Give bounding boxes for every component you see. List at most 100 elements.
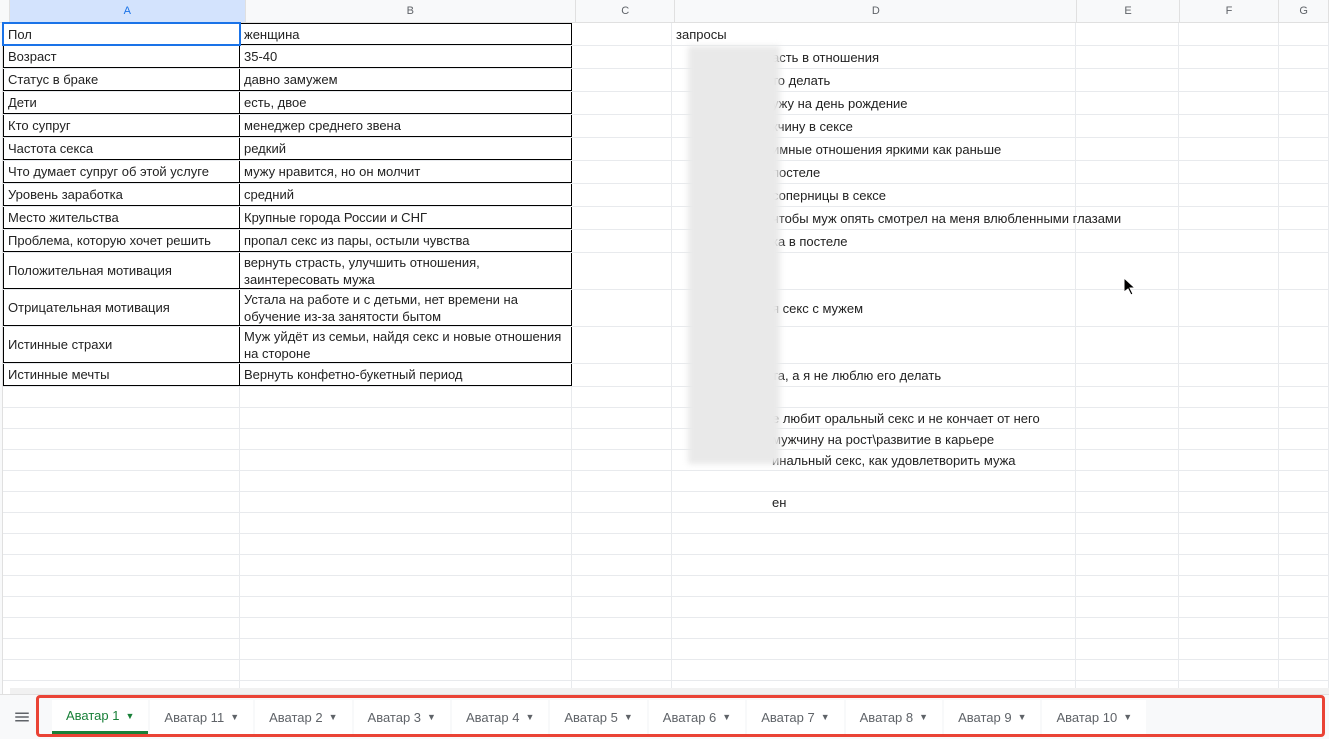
cell[interactable] [572,184,672,206]
cell[interactable]: Кто супруг [3,115,240,137]
cell[interactable]: 35-40 [240,46,572,68]
cell[interactable] [240,576,572,596]
cell[interactable] [1279,23,1329,45]
col-header-C[interactable]: C [576,0,675,22]
cell[interactable] [1076,492,1179,512]
all-sheets-button[interactable] [4,699,40,735]
col-header-B[interactable]: B [246,0,576,22]
cell[interactable] [1179,555,1279,575]
cell[interactable]: Устала на работе и с детьми, нет времени… [240,290,572,326]
cell[interactable]: женщина [240,23,572,45]
cell[interactable] [572,115,672,137]
cell[interactable] [1179,161,1279,183]
cell[interactable]: Уровень заработка [3,184,240,206]
cell[interactable] [3,534,240,554]
cell[interactable] [1076,429,1179,449]
cell[interactable] [1279,513,1329,533]
cell[interactable]: ен [672,492,1076,512]
cell[interactable]: Вернуть конфетно-букетный период [240,364,572,386]
chevron-down-icon[interactable]: ▼ [1123,712,1132,722]
cell[interactable] [240,429,572,449]
cell[interactable]: вернуть страсть, улучшить отношения, заи… [240,253,572,289]
cell[interactable] [240,408,572,428]
cell[interactable] [572,230,672,252]
cell[interactable] [572,253,672,289]
cell[interactable] [1279,327,1329,363]
cell[interactable] [572,618,672,638]
cell[interactable] [1179,387,1279,407]
cell[interactable] [572,639,672,659]
cell[interactable] [1179,618,1279,638]
cell[interactable] [572,576,672,596]
cell[interactable] [240,450,572,470]
cell[interactable] [572,327,672,363]
cell[interactable] [1076,69,1179,91]
cell[interactable] [572,408,672,428]
cell[interactable] [1076,115,1179,137]
chevron-down-icon[interactable]: ▼ [329,712,338,722]
cell[interactable]: Отрицательная мотивация [3,290,240,326]
col-header-F[interactable]: F [1180,0,1279,22]
cell[interactable] [240,597,572,617]
cell[interactable] [1279,576,1329,596]
cell[interactable]: давно замужем [240,69,572,91]
chevron-down-icon[interactable]: ▼ [1018,712,1027,722]
cell[interactable] [572,290,672,326]
cell[interactable]: Место жительства [3,207,240,229]
chevron-down-icon[interactable]: ▼ [919,712,928,722]
cell[interactable] [1076,207,1179,229]
cell[interactable] [240,387,572,407]
cell[interactable] [572,161,672,183]
cell[interactable]: мужу нравится, но он молчит [240,161,572,183]
cell[interactable] [1076,408,1179,428]
cell[interactable] [1279,660,1329,680]
sheet-tab[interactable]: Аватар 9▼ [944,700,1040,734]
cell[interactable] [1076,639,1179,659]
cell[interactable] [1076,364,1179,386]
cell[interactable] [1179,429,1279,449]
cell[interactable] [1179,230,1279,252]
col-header-D[interactable]: D [675,0,1077,22]
cell[interactable] [572,471,672,491]
cell[interactable]: Пол [3,23,240,45]
cell[interactable] [1179,23,1279,45]
cell[interactable] [1076,23,1179,45]
cell[interactable] [3,618,240,638]
sheet-tab[interactable]: Аватар 7▼ [747,700,843,734]
cell[interactable] [1179,115,1279,137]
cell[interactable] [1279,534,1329,554]
cell[interactable]: запросы [672,23,1076,45]
cell[interactable] [1179,513,1279,533]
cell[interactable] [240,639,572,659]
sheet-tab[interactable]: Аватар 2▼ [255,700,351,734]
cell[interactable]: Частота секса [3,138,240,160]
cell[interactable] [240,534,572,554]
cell[interactable] [1279,115,1329,137]
cell[interactable] [3,450,240,470]
cell[interactable] [3,387,240,407]
sheet-tab[interactable]: Аватар 4▼ [452,700,548,734]
chevron-down-icon[interactable]: ▼ [821,712,830,722]
col-header-E[interactable]: E [1077,0,1179,22]
cell[interactable] [3,597,240,617]
cell[interactable] [572,513,672,533]
cell[interactable] [1179,253,1279,289]
cell[interactable] [1179,471,1279,491]
cell[interactable] [3,408,240,428]
cell[interactable] [1179,184,1279,206]
cell[interactable] [240,513,572,533]
sheet-tab[interactable]: Аватар 6▼ [649,700,745,734]
cell[interactable] [1279,408,1329,428]
chevron-down-icon[interactable]: ▼ [624,712,633,722]
cell[interactable] [1279,161,1329,183]
cell[interactable] [1076,534,1179,554]
cell[interactable] [672,513,1076,533]
cell[interactable] [1076,618,1179,638]
cell[interactable] [672,618,1076,638]
cell[interactable] [1279,387,1329,407]
cell[interactable] [1179,207,1279,229]
cell[interactable] [672,471,1076,491]
cell[interactable]: Что думает супруг об этой услуге [3,161,240,183]
cell[interactable]: есть, двое [240,92,572,114]
cell[interactable] [1279,450,1329,470]
